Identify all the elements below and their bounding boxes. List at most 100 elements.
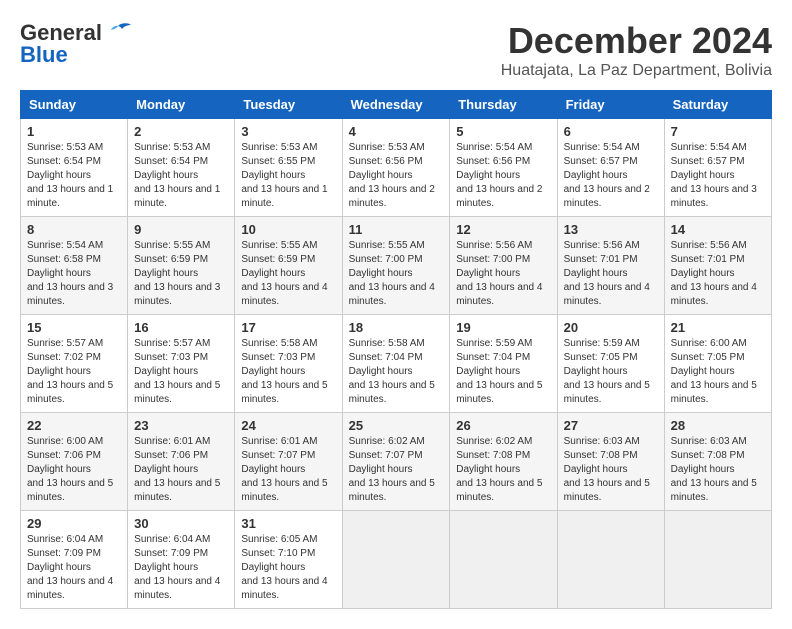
calendar-cell: 24 Sunrise: 6:01 AM Sunset: 7:07 PM Dayl… <box>235 413 342 511</box>
calendar-cell: 17 Sunrise: 5:58 AM Sunset: 7:03 PM Dayl… <box>235 315 342 413</box>
day-number: 16 <box>134 320 228 335</box>
day-info: Sunrise: 5:56 AM Sunset: 7:01 PM Dayligh… <box>564 239 658 309</box>
calendar-cell: 30 Sunrise: 6:04 AM Sunset: 7:09 PM Dayl… <box>128 511 235 609</box>
calendar-weekday-monday: Monday <box>128 91 235 119</box>
calendar-cell: 16 Sunrise: 5:57 AM Sunset: 7:03 PM Dayl… <box>128 315 235 413</box>
calendar-cell: 19 Sunrise: 5:59 AM Sunset: 7:04 PM Dayl… <box>450 315 557 413</box>
day-info: Sunrise: 5:58 AM Sunset: 7:04 PM Dayligh… <box>349 337 444 407</box>
calendar-cell: 20 Sunrise: 5:59 AM Sunset: 7:05 PM Dayl… <box>557 315 664 413</box>
calendar-weekday-saturday: Saturday <box>664 91 771 119</box>
location-subtitle: Huatajata, La Paz Department, Bolivia <box>501 62 772 80</box>
logo: General Blue <box>20 20 132 68</box>
day-info: Sunrise: 5:54 AM Sunset: 6:56 PM Dayligh… <box>456 141 550 211</box>
day-number: 7 <box>671 124 765 139</box>
day-number: 13 <box>564 222 658 237</box>
day-number: 27 <box>564 418 658 433</box>
calendar-weekday-sunday: Sunday <box>21 91 128 119</box>
calendar-body: 1 Sunrise: 5:53 AM Sunset: 6:54 PM Dayli… <box>21 119 772 609</box>
day-info: Sunrise: 5:58 AM Sunset: 7:03 PM Dayligh… <box>241 337 335 407</box>
day-number: 19 <box>456 320 550 335</box>
day-number: 1 <box>27 124 121 139</box>
day-info: Sunrise: 5:55 AM Sunset: 6:59 PM Dayligh… <box>134 239 228 309</box>
day-number: 31 <box>241 516 335 531</box>
calendar-cell: 10 Sunrise: 5:55 AM Sunset: 6:59 PM Dayl… <box>235 217 342 315</box>
calendar-week-row: 22 Sunrise: 6:00 AM Sunset: 7:06 PM Dayl… <box>21 413 772 511</box>
calendar-cell: 26 Sunrise: 6:02 AM Sunset: 7:08 PM Dayl… <box>450 413 557 511</box>
day-number: 6 <box>564 124 658 139</box>
day-info: Sunrise: 5:56 AM Sunset: 7:01 PM Dayligh… <box>671 239 765 309</box>
day-number: 5 <box>456 124 550 139</box>
day-info: Sunrise: 5:54 AM Sunset: 6:58 PM Dayligh… <box>27 239 121 309</box>
day-info: Sunrise: 5:53 AM Sunset: 6:54 PM Dayligh… <box>27 141 121 211</box>
day-info: Sunrise: 6:02 AM Sunset: 7:08 PM Dayligh… <box>456 435 550 505</box>
calendar-cell: 5 Sunrise: 5:54 AM Sunset: 6:56 PM Dayli… <box>450 119 557 217</box>
day-info: Sunrise: 5:54 AM Sunset: 6:57 PM Dayligh… <box>564 141 658 211</box>
calendar-cell: 28 Sunrise: 6:03 AM Sunset: 7:08 PM Dayl… <box>664 413 771 511</box>
day-number: 2 <box>134 124 228 139</box>
calendar-cell: 3 Sunrise: 5:53 AM Sunset: 6:55 PM Dayli… <box>235 119 342 217</box>
day-number: 18 <box>349 320 444 335</box>
day-number: 14 <box>671 222 765 237</box>
page-header: General Blue December 2024 Huatajata, La… <box>20 20 772 80</box>
day-info: Sunrise: 5:57 AM Sunset: 7:03 PM Dayligh… <box>134 337 228 407</box>
calendar-week-row: 8 Sunrise: 5:54 AM Sunset: 6:58 PM Dayli… <box>21 217 772 315</box>
day-info: Sunrise: 6:03 AM Sunset: 7:08 PM Dayligh… <box>564 435 658 505</box>
calendar-cell: 6 Sunrise: 5:54 AM Sunset: 6:57 PM Dayli… <box>557 119 664 217</box>
day-number: 30 <box>134 516 228 531</box>
day-number: 3 <box>241 124 335 139</box>
calendar-week-row: 29 Sunrise: 6:04 AM Sunset: 7:09 PM Dayl… <box>21 511 772 609</box>
calendar-cell: 29 Sunrise: 6:04 AM Sunset: 7:09 PM Dayl… <box>21 511 128 609</box>
day-number: 15 <box>27 320 121 335</box>
day-info: Sunrise: 6:02 AM Sunset: 7:07 PM Dayligh… <box>349 435 444 505</box>
calendar-cell: 15 Sunrise: 5:57 AM Sunset: 7:02 PM Dayl… <box>21 315 128 413</box>
day-info: Sunrise: 5:55 AM Sunset: 7:00 PM Dayligh… <box>349 239 444 309</box>
calendar-cell <box>450 511 557 609</box>
day-number: 9 <box>134 222 228 237</box>
calendar-week-row: 1 Sunrise: 5:53 AM Sunset: 6:54 PM Dayli… <box>21 119 772 217</box>
day-number: 24 <box>241 418 335 433</box>
day-number: 22 <box>27 418 121 433</box>
day-number: 26 <box>456 418 550 433</box>
day-info: Sunrise: 5:54 AM Sunset: 6:57 PM Dayligh… <box>671 141 765 211</box>
day-info: Sunrise: 5:53 AM Sunset: 6:54 PM Dayligh… <box>134 141 228 211</box>
calendar-cell: 4 Sunrise: 5:53 AM Sunset: 6:56 PM Dayli… <box>342 119 450 217</box>
calendar-weekday-tuesday: Tuesday <box>235 91 342 119</box>
day-number: 25 <box>349 418 444 433</box>
logo-bird-icon <box>104 22 132 44</box>
calendar-cell: 27 Sunrise: 6:03 AM Sunset: 7:08 PM Dayl… <box>557 413 664 511</box>
calendar-cell: 31 Sunrise: 6:05 AM Sunset: 7:10 PM Dayl… <box>235 511 342 609</box>
calendar-cell: 7 Sunrise: 5:54 AM Sunset: 6:57 PM Dayli… <box>664 119 771 217</box>
calendar-cell <box>342 511 450 609</box>
calendar-cell: 13 Sunrise: 5:56 AM Sunset: 7:01 PM Dayl… <box>557 217 664 315</box>
day-number: 11 <box>349 222 444 237</box>
logo-blue-text: Blue <box>20 42 68 68</box>
calendar-cell: 23 Sunrise: 6:01 AM Sunset: 7:06 PM Dayl… <box>128 413 235 511</box>
day-info: Sunrise: 6:01 AM Sunset: 7:07 PM Dayligh… <box>241 435 335 505</box>
month-title: December 2024 <box>501 20 772 62</box>
day-info: Sunrise: 5:53 AM Sunset: 6:55 PM Dayligh… <box>241 141 335 211</box>
calendar-cell: 14 Sunrise: 5:56 AM Sunset: 7:01 PM Dayl… <box>664 217 771 315</box>
day-number: 29 <box>27 516 121 531</box>
calendar-header-row: SundayMondayTuesdayWednesdayThursdayFrid… <box>21 91 772 119</box>
calendar-weekday-wednesday: Wednesday <box>342 91 450 119</box>
calendar-weekday-thursday: Thursday <box>450 91 557 119</box>
day-number: 12 <box>456 222 550 237</box>
calendar-cell: 1 Sunrise: 5:53 AM Sunset: 6:54 PM Dayli… <box>21 119 128 217</box>
calendar-cell: 12 Sunrise: 5:56 AM Sunset: 7:00 PM Dayl… <box>450 217 557 315</box>
calendar-table: SundayMondayTuesdayWednesdayThursdayFrid… <box>20 90 772 609</box>
day-info: Sunrise: 6:00 AM Sunset: 7:06 PM Dayligh… <box>27 435 121 505</box>
day-info: Sunrise: 5:55 AM Sunset: 6:59 PM Dayligh… <box>241 239 335 309</box>
day-info: Sunrise: 6:05 AM Sunset: 7:10 PM Dayligh… <box>241 533 335 603</box>
day-info: Sunrise: 6:04 AM Sunset: 7:09 PM Dayligh… <box>27 533 121 603</box>
day-info: Sunrise: 5:53 AM Sunset: 6:56 PM Dayligh… <box>349 141 444 211</box>
day-info: Sunrise: 5:56 AM Sunset: 7:00 PM Dayligh… <box>456 239 550 309</box>
day-info: Sunrise: 5:59 AM Sunset: 7:05 PM Dayligh… <box>564 337 658 407</box>
day-number: 28 <box>671 418 765 433</box>
day-info: Sunrise: 6:00 AM Sunset: 7:05 PM Dayligh… <box>671 337 765 407</box>
calendar-cell <box>557 511 664 609</box>
day-info: Sunrise: 5:59 AM Sunset: 7:04 PM Dayligh… <box>456 337 550 407</box>
calendar-cell: 22 Sunrise: 6:00 AM Sunset: 7:06 PM Dayl… <box>21 413 128 511</box>
day-info: Sunrise: 5:57 AM Sunset: 7:02 PM Dayligh… <box>27 337 121 407</box>
day-info: Sunrise: 6:03 AM Sunset: 7:08 PM Dayligh… <box>671 435 765 505</box>
calendar-cell: 21 Sunrise: 6:00 AM Sunset: 7:05 PM Dayl… <box>664 315 771 413</box>
